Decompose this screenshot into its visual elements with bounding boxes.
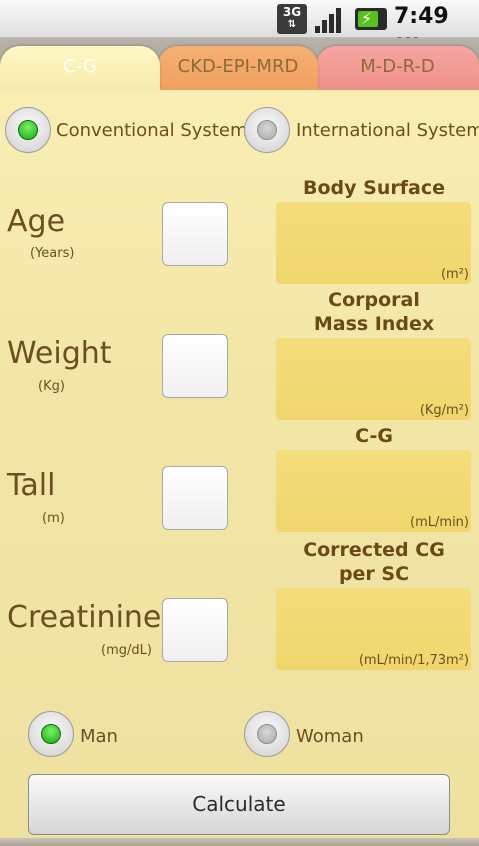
conventional-system-label: Conventional System — [56, 120, 248, 141]
conventional-system-radio[interactable] — [5, 107, 51, 153]
woman-radio[interactable] — [244, 711, 290, 757]
tab-ckd-epi-mrd[interactable]: CKD-EPI-MRD — [158, 46, 318, 90]
tab-m-d-r-d[interactable]: M-D-R-D — [316, 46, 479, 90]
radio-unselected-indicator — [257, 724, 277, 744]
weight-input[interactable] — [162, 334, 228, 398]
weight-label: Weight — [7, 336, 112, 371]
corrected-cg-unit: (mL/min/1,73m²) — [358, 653, 469, 668]
corrected-cg-title-line2: per SC — [338, 563, 410, 585]
cg-unit: (mL/min) — [410, 515, 469, 530]
signal-icon — [315, 5, 347, 33]
international-system-radio[interactable] — [244, 107, 290, 153]
bmi-title: Corporal Mass Index — [276, 288, 472, 336]
clock-time: 7:49 — [394, 4, 449, 29]
cg-result-box: (mL/min) — [276, 450, 471, 532]
clock: 7:49 AM — [394, 4, 479, 52]
creatinine-unit: (mg/dL) — [101, 643, 152, 658]
international-system-label: International System — [296, 120, 479, 141]
battery-charging-icon: ⚡ — [355, 8, 387, 30]
radio-selected-indicator — [18, 120, 38, 140]
network-3g-icon: 3G ⇅ — [277, 4, 307, 34]
creatinine-input[interactable] — [162, 598, 228, 662]
corrected-cg-result-box: (mL/min/1,73m²) — [276, 588, 471, 670]
tab-cg[interactable]: C-G — [0, 46, 160, 90]
tab-bar: C-G CKD-EPI-MRD M-D-R-D — [0, 38, 479, 90]
calculate-button[interactable]: Calculate — [28, 774, 450, 835]
status-bar: 3G ⇅ ⚡ 7:49 AM — [0, 0, 479, 52]
radio-unselected-indicator — [257, 120, 277, 140]
age-input[interactable] — [162, 202, 228, 266]
bmi-result-box: (Kg/m²) — [276, 338, 471, 420]
woman-label: Woman — [296, 726, 364, 747]
corrected-cg-title-line1: Corrected CG — [303, 539, 445, 561]
bottom-edge — [0, 838, 479, 846]
creatinine-label: Creatinine — [7, 600, 162, 635]
man-label: Man — [80, 726, 118, 747]
man-radio[interactable] — [28, 711, 74, 757]
radio-selected-indicator — [41, 724, 61, 744]
cg-title: C-G — [276, 424, 472, 448]
bsa-unit: (m²) — [440, 267, 469, 282]
calculator-panel: Conventional System International System… — [0, 88, 479, 846]
bmi-title-line1: Corporal — [328, 289, 420, 311]
cg-title-text: C-G — [355, 425, 393, 447]
age-unit: (Years) — [30, 246, 75, 261]
age-label: Age — [7, 204, 66, 239]
bmi-title-line2: Mass Index — [313, 313, 435, 335]
weight-unit: (Kg) — [38, 379, 65, 394]
tall-input[interactable] — [162, 466, 228, 530]
bmi-unit: (Kg/m²) — [419, 403, 469, 418]
bsa-result-box: (m²) — [276, 202, 471, 284]
tall-label: Tall — [7, 468, 56, 503]
tall-unit: (m) — [42, 511, 65, 526]
network-type-text: 3G — [282, 5, 302, 19]
corrected-cg-title: Corrected CG per SC — [276, 538, 472, 586]
